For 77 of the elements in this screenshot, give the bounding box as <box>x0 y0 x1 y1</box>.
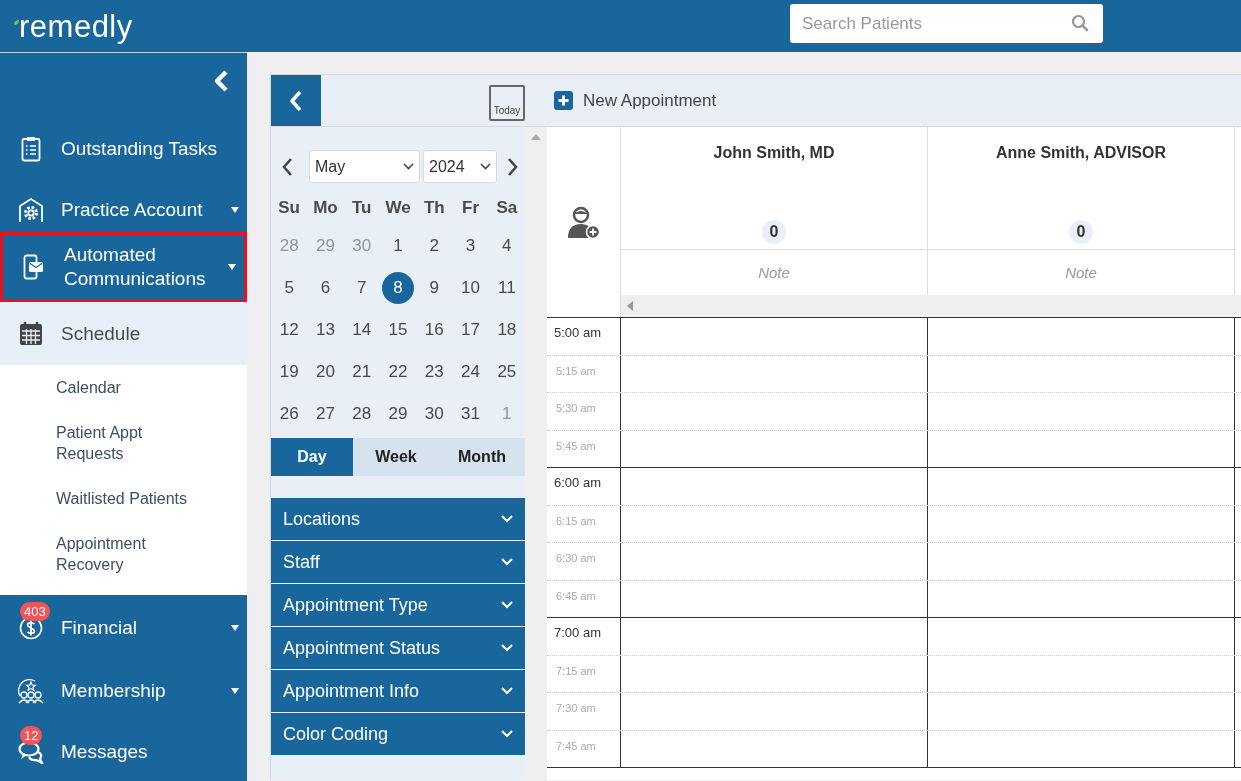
view-tab[interactable]: Week <box>353 438 439 476</box>
time-label: 6:00 am <box>554 475 601 490</box>
today-button[interactable]: Today <box>489 84 525 121</box>
calendar-day[interactable]: 16 <box>418 314 451 346</box>
time-label: 7:00 am <box>554 625 601 640</box>
calendar-day[interactable]: 31 <box>454 398 487 430</box>
calendar-day[interactable]: 8 <box>382 272 414 304</box>
time-label: 6:30 am <box>556 552 596 564</box>
time-label: 6:45 am <box>556 589 596 602</box>
weekday-label: Su <box>277 197 301 220</box>
provider-name: John Smith, MD <box>713 143 835 163</box>
weekday-label: Th <box>422 197 446 220</box>
calendar-day[interactable]: 9 <box>418 272 451 304</box>
appointment-count-badge: 0 <box>1069 220 1093 244</box>
calendar-day[interactable]: 24 <box>454 356 487 388</box>
view-tab[interactable]: Day <box>271 438 353 476</box>
submenu-link[interactable]: Appointment Recovery <box>0 521 210 587</box>
submenu-link[interactable]: Waitlisted Patients <box>0 476 210 521</box>
filter-accordion[interactable]: Color Coding <box>271 713 525 755</box>
time-label: 7:30 am <box>556 702 596 714</box>
time-label: 5:45 am <box>556 439 596 452</box>
new-appointment-button[interactable]: New Appointment <box>554 87 717 114</box>
notification-badge: 403 <box>20 601 50 621</box>
calendar-day[interactable]: 22 <box>382 356 414 388</box>
calendar-day[interactable]: 13 <box>309 314 342 346</box>
provider-name: Anne Smith, ADVISOR <box>995 143 1167 163</box>
appointment-count-badge: 0 <box>762 220 786 244</box>
calendar-day[interactable]: 3 <box>454 230 487 262</box>
calendar-day[interactable]: 10 <box>454 272 487 304</box>
calendar-day[interactable]: 6 <box>309 272 342 304</box>
weekday-label: Tu <box>350 197 373 220</box>
submenu-link[interactable]: Calendar <box>0 365 210 410</box>
view-tab[interactable]: Month <box>439 438 525 476</box>
calendar-day[interactable]: 11 <box>490 272 523 304</box>
weekday-label: Fr <box>461 197 481 220</box>
calendar-day[interactable]: 27 <box>309 398 342 430</box>
filter-accordion[interactable]: Locations <box>271 498 525 540</box>
calendar-day[interactable]: 12 <box>273 314 306 346</box>
filter-accordion[interactable]: Appointment Type <box>271 584 525 626</box>
calendar-day[interactable]: 19 <box>273 356 306 388</box>
submenu-link[interactable]: Patient Appt Requests <box>0 410 210 476</box>
calendar-day[interactable]: 30 <box>418 398 451 430</box>
logo: remedly <box>19 10 133 42</box>
time-label: 5:15 am <box>556 364 596 377</box>
calendar-day[interactable]: 21 <box>345 356 378 388</box>
filter-accordion[interactable]: Staff <box>271 541 525 583</box>
notification-badge: 12 <box>20 725 43 745</box>
month-dropdown[interactable]: May <box>309 150 420 183</box>
sidebar-item[interactable]: Schedule <box>0 302 247 365</box>
calendar-day[interactable]: 1 <box>382 230 414 262</box>
calendar-day[interactable]: 28 <box>345 398 378 430</box>
weekday-label: Sa <box>495 197 519 220</box>
calendar-day[interactable]: 26 <box>273 398 306 430</box>
calendar-day[interactable]: 20 <box>309 356 342 388</box>
time-label: 5:30 am <box>556 402 596 414</box>
filter-accordion[interactable]: Appointment Info <box>271 670 525 712</box>
weekday-label: Mo <box>312 197 339 220</box>
calendar-day[interactable]: 4 <box>490 230 523 262</box>
filter-accordion[interactable]: Appointment Status <box>271 627 525 669</box>
time-label: 5:00 am <box>554 325 601 340</box>
sidebar-item[interactable]: Automated Communications <box>0 232 247 302</box>
weekday-label: We <box>384 197 412 220</box>
calendar-day[interactable]: 17 <box>454 314 487 346</box>
calendar-day[interactable]: 15 <box>382 314 414 346</box>
calendar-day[interactable]: 14 <box>345 314 378 346</box>
calendar-day[interactable]: 25 <box>490 356 523 388</box>
search-field[interactable]: Search Patients <box>790 4 1103 43</box>
time-label: 7:45 am <box>556 739 596 752</box>
calendar-day[interactable]: 5 <box>273 272 306 304</box>
calendar-day[interactable]: 2 <box>418 230 451 262</box>
calendar-day[interactable]: 23 <box>418 356 451 388</box>
calendar-day[interactable]: 7 <box>345 272 378 304</box>
calendar-day[interactable]: 29 <box>382 398 414 430</box>
year-dropdown[interactable]: 2024 <box>423 150 497 183</box>
calendar-day[interactable]: 18 <box>490 314 523 346</box>
time-label: 7:15 am <box>556 664 596 677</box>
time-label: 6:15 am <box>556 514 596 527</box>
